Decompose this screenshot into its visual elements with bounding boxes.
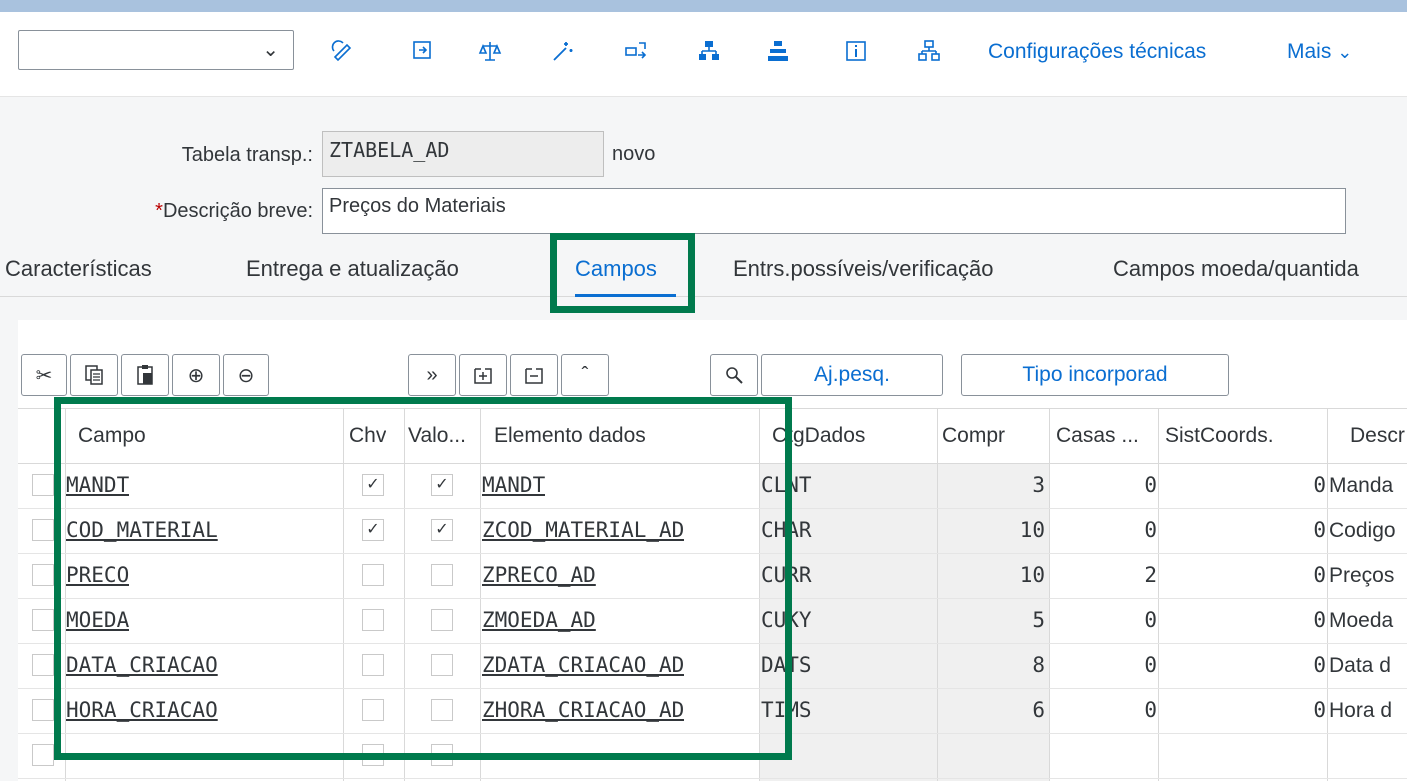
coordinates-value: 0 <box>1313 608 1326 632</box>
row-selector[interactable] <box>32 699 54 721</box>
row-selector[interactable] <box>32 564 54 586</box>
cut-icon[interactable]: ✂ <box>21 354 67 396</box>
header-length[interactable]: Compr <box>942 409 1005 463</box>
decimals-value: 0 <box>1144 473 1157 497</box>
append-structure-icon[interactable] <box>765 38 791 64</box>
search-help-button[interactable]: Aj.pesq. <box>761 354 943 396</box>
row-selector[interactable] <box>32 654 54 676</box>
activate-icon[interactable] <box>410 38 436 64</box>
shell-header-bar <box>0 0 1407 12</box>
description-value: Moeda <box>1329 609 1394 632</box>
coordinates-value: 0 <box>1313 563 1326 587</box>
collapse-all-icon[interactable]: ˆ <box>561 354 609 396</box>
description-value: Preços <box>1329 564 1395 587</box>
decimals-value: 0 <box>1144 608 1157 632</box>
length-value: 3 <box>1032 473 1045 497</box>
include-type-button[interactable]: Tipo incorporad <box>961 354 1229 396</box>
highlight-box-grid <box>54 397 792 760</box>
tab-characteristics[interactable]: Características <box>5 256 152 282</box>
more-button[interactable]: Mais ⌄ <box>1287 40 1352 64</box>
tab-delivery[interactable]: Entrega e atualização <box>246 256 459 282</box>
chevron-down-icon: ⌄ <box>1337 42 1353 62</box>
compare-icon[interactable] <box>477 38 503 64</box>
display-change-icon[interactable] <box>330 38 356 64</box>
description-value: Manda <box>1329 474 1394 497</box>
object-list-icon[interactable] <box>916 38 942 64</box>
coordinates-value: 0 <box>1313 698 1326 722</box>
required-mark: * <box>155 200 163 222</box>
row-selector[interactable] <box>32 744 54 766</box>
description-value: Data d <box>1329 654 1391 677</box>
header-description[interactable]: Descr <box>1350 409 1405 463</box>
length-value: 10 <box>1019 518 1045 542</box>
decimals-value: 2 <box>1144 563 1157 587</box>
copy-icon[interactable] <box>70 354 118 396</box>
tab-input-help[interactable]: Entrs.possíveis/verificação <box>733 256 993 282</box>
chevron-down-icon: ⌄ <box>262 39 279 61</box>
expand-all-icon[interactable]: » <box>408 354 456 396</box>
length-value: 5 <box>1032 608 1045 632</box>
description-input[interactable]: Preços do Materiais <box>322 188 1346 234</box>
description-label-text: Descrição breve: <box>162 200 313 222</box>
coordinates-value: 0 <box>1313 518 1326 542</box>
status-text: novo <box>612 143 656 165</box>
search-icon[interactable] <box>710 354 758 396</box>
header-decimals[interactable]: Casas ... <box>1056 409 1139 463</box>
more-label: Mais <box>1287 40 1332 63</box>
coordinates-value: 0 <box>1313 653 1326 677</box>
application-toolbar: ⌄ Configurações técnicas Mais ⌄ <box>0 12 1407 97</box>
table-label: Tabela transp.: <box>181 144 313 166</box>
header-coordinates[interactable]: SistCoords. <box>1165 409 1274 463</box>
paste-icon[interactable] <box>121 354 169 396</box>
tab-bar: Características Entrega e atualização Ca… <box>0 236 1407 297</box>
row-selector[interactable] <box>32 474 54 496</box>
wizard-icon[interactable] <box>550 38 576 64</box>
hierarchy-icon[interactable] <box>696 38 722 64</box>
highlight-box-tab <box>550 233 695 313</box>
delete-line-icon[interactable] <box>510 354 558 396</box>
description-value: Hora d <box>1329 699 1393 722</box>
row-selector[interactable] <box>32 519 54 541</box>
description-value: Codigo <box>1329 519 1396 542</box>
table-name-field: ZTABELA_AD <box>322 131 604 177</box>
coordinates-value: 0 <box>1313 473 1326 497</box>
decimals-value: 0 <box>1144 698 1157 722</box>
length-value: 6 <box>1032 698 1045 722</box>
length-value: 8 <box>1032 653 1045 677</box>
description-label: *Descrição breve: <box>60 200 313 223</box>
delete-row-icon[interactable]: ⊖ <box>223 354 269 396</box>
decimals-value: 0 <box>1144 518 1157 542</box>
length-value: 10 <box>1019 563 1045 587</box>
technical-settings-button[interactable]: Configurações técnicas <box>988 40 1206 64</box>
insert-row-icon[interactable]: ⊕ <box>172 354 220 396</box>
insert-line-icon[interactable] <box>459 354 507 396</box>
where-used-icon[interactable] <box>623 38 649 64</box>
command-dropdown[interactable]: ⌄ <box>18 30 294 70</box>
info-icon[interactable] <box>843 38 869 64</box>
tab-currency-quantity[interactable]: Campos moeda/quantida <box>1113 256 1359 282</box>
row-selector[interactable] <box>32 609 54 631</box>
decimals-value: 0 <box>1144 653 1157 677</box>
